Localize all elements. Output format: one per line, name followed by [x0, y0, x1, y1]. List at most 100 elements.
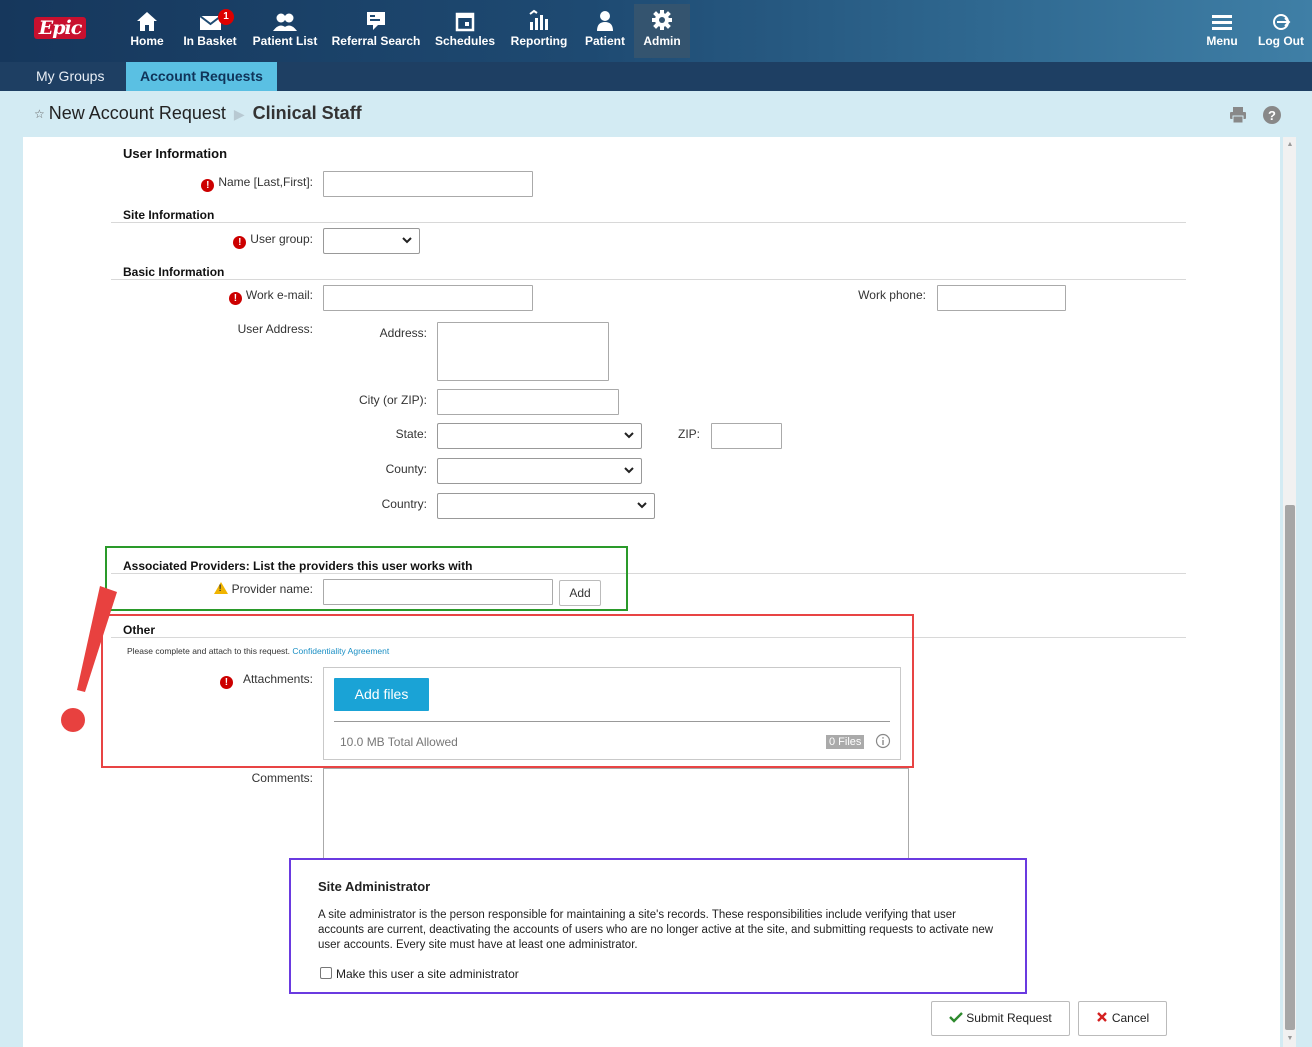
state-label: State: [395, 427, 427, 441]
home-icon [137, 12, 157, 31]
breadcrumb: ☆ New Account Request ▶ Clinical Staff [34, 103, 362, 124]
work-phone-label: Work phone: [858, 288, 926, 302]
name-label: ! Name [Last,First]: [150, 175, 313, 192]
tab-account-requests[interactable]: Account Requests [126, 62, 277, 91]
svg-text:?: ? [1268, 108, 1276, 123]
checkmark-icon [949, 1012, 964, 1023]
comments-textarea[interactable] [323, 768, 909, 863]
attachments-label-text: Attachments: [242, 672, 313, 686]
site-administrator-checkbox-label[interactable]: Make this user a site administrator [336, 967, 519, 981]
country-select[interactable] [437, 493, 655, 519]
scroll-down-icon[interactable]: ▼ [1285, 1034, 1295, 1044]
state-select[interactable] [437, 423, 642, 449]
referral-icon [367, 12, 385, 30]
divider [111, 573, 1186, 574]
nav-schedules[interactable]: Schedules [432, 6, 498, 58]
tab-my-groups[interactable]: My Groups [22, 62, 118, 91]
chevron-down-icon [637, 502, 647, 509]
nav-menu[interactable]: Menu [1200, 6, 1244, 58]
breadcrumb-separator-icon: ▶ [233, 106, 245, 122]
nav-menu-label: Menu [1206, 34, 1238, 48]
submit-request-label: Submit Request [966, 1011, 1052, 1025]
epic-logo[interactable]: Epic [34, 17, 86, 39]
add-provider-button[interactable]: Add [559, 580, 601, 606]
chevron-down-icon [402, 237, 412, 244]
nav-home[interactable]: Home [126, 6, 168, 58]
nav-admin[interactable]: Admin [634, 4, 690, 58]
breadcrumb-root[interactable]: New Account Request [49, 103, 226, 123]
left-gutter [0, 137, 23, 1047]
confidentiality-agreement-link[interactable]: Confidentiality Agreement [292, 646, 389, 656]
print-icon[interactable] [1228, 105, 1248, 125]
site-information-heading: Site Information [123, 208, 215, 222]
top-navigation-bar: Epic Home 1 In Basket Patient List Refer… [0, 0, 1312, 62]
zip-input[interactable] [711, 423, 782, 449]
provider-name-input[interactable] [323, 579, 553, 605]
users-icon [273, 13, 297, 31]
attachment-note-text: Please complete and attach to this reque… [127, 646, 291, 656]
work-email-input[interactable] [323, 285, 533, 311]
nav-patient[interactable]: Patient [580, 6, 630, 58]
logout-icon [1273, 14, 1291, 30]
reporting-icon [529, 9, 548, 30]
site-administrator-heading: Site Administrator [318, 879, 431, 894]
size-limit-text: 10.0 MB Total Allowed [340, 735, 458, 749]
city-input[interactable] [437, 389, 619, 415]
user-information-heading: User Information [123, 146, 228, 161]
address-textarea[interactable] [437, 322, 609, 381]
work-phone-input[interactable] [937, 285, 1066, 311]
info-icon[interactable] [875, 733, 891, 749]
required-icon: ! [219, 676, 233, 689]
required-icon: ! [228, 292, 242, 305]
x-icon [1096, 1012, 1107, 1022]
county-label: County: [385, 462, 427, 476]
site-administrator-checkbox[interactable] [320, 967, 332, 979]
warning-icon [213, 582, 228, 594]
attachments-dropzone[interactable]: Add files 10.0 MB Total Allowed 0 Files [323, 667, 901, 760]
chevron-down-icon [624, 467, 634, 474]
nav-log-out[interactable]: Log Out [1254, 6, 1308, 58]
user-group-select[interactable] [323, 228, 420, 254]
nav-home-label: Home [130, 34, 164, 48]
favorite-star-icon[interactable]: ☆ [34, 107, 45, 121]
nav-schedules-label: Schedules [434, 34, 496, 48]
county-select[interactable] [437, 458, 642, 484]
file-count-badge: 0 Files [826, 735, 865, 749]
user-group-label: ! User group: [150, 232, 313, 249]
cancel-button[interactable]: Cancel [1078, 1001, 1167, 1036]
in-basket-badge: 1 [218, 9, 234, 25]
submit-request-button[interactable]: Submit Request [931, 1001, 1070, 1036]
comments-label: Comments: [251, 771, 313, 785]
work-email-label-text: Work e-mail: [245, 288, 313, 302]
nav-patient-list[interactable]: Patient List [250, 6, 320, 58]
name-input[interactable] [323, 171, 533, 197]
site-administrator-description: A site administrator is the person respo… [318, 909, 994, 951]
attachment-note: Please complete and attach to this reque… [127, 646, 389, 656]
nav-referral-search[interactable]: Referral Search [330, 6, 422, 58]
divider [111, 279, 1186, 280]
nav-reporting[interactable]: Reporting [508, 6, 570, 58]
attachments-divider [334, 721, 890, 722]
divider [111, 637, 1186, 638]
breadcrumb-current: Clinical Staff [252, 103, 362, 123]
nav-in-basket[interactable]: 1 In Basket [180, 6, 240, 58]
add-files-button[interactable]: Add files [334, 678, 429, 711]
hamburger-icon [1212, 15, 1232, 30]
divider [111, 222, 1186, 223]
scrollbar-thumb[interactable] [1285, 505, 1295, 1030]
exclamation-mark-icon [61, 586, 117, 732]
nav-patient-label: Patient [584, 34, 625, 48]
patient-icon [597, 11, 613, 31]
help-icon[interactable]: ? [1262, 105, 1282, 125]
basic-information-heading: Basic Information [123, 265, 225, 279]
tab-bar: My Groups Account Requests [0, 62, 1312, 91]
nav-referral-search-label: Referral Search [331, 34, 421, 48]
nav-in-basket-label: In Basket [183, 34, 237, 48]
required-icon: ! [233, 236, 247, 249]
name-label-text: Name [Last,First]: [218, 175, 313, 189]
associated-providers-heading: Associated Providers: List the providers… [123, 559, 473, 573]
address-label: Address: [379, 326, 427, 340]
nav-patient-list-label: Patient List [252, 34, 318, 48]
scroll-up-icon[interactable]: ▲ [1285, 140, 1295, 150]
gear-icon [652, 10, 672, 30]
